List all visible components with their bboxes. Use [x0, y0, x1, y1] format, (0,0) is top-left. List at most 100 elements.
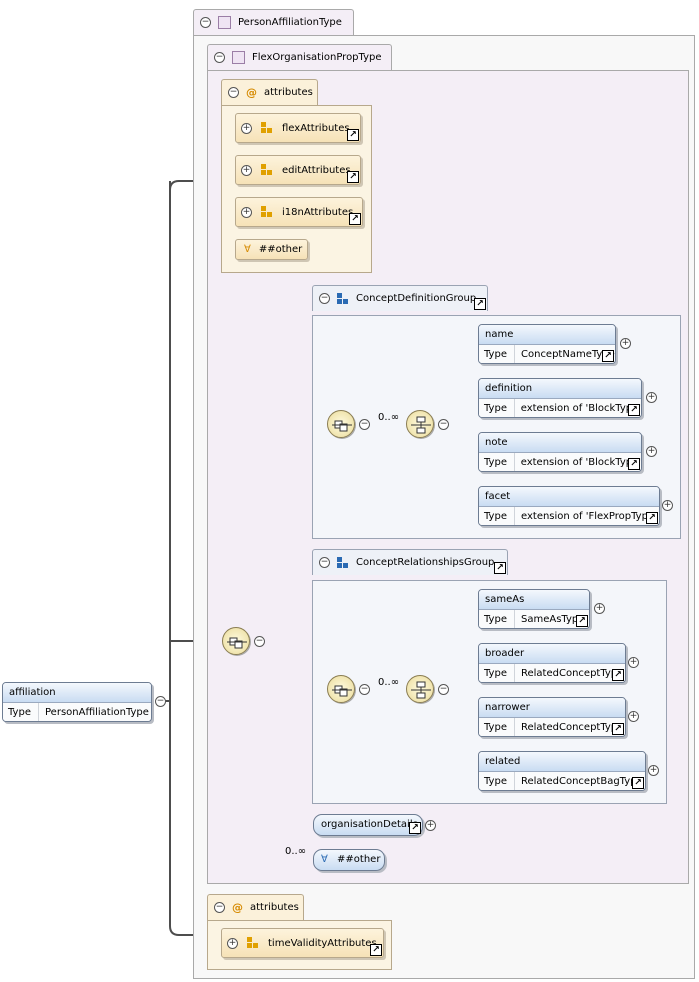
expand-icon[interactable]: + — [241, 206, 252, 218]
element-type-key: Type — [479, 453, 515, 471]
attribute-group-flex-attributes[interactable]: + flexAttributes ↗ — [235, 113, 361, 143]
element-type-key: Type — [479, 399, 515, 417]
expand-icon[interactable]: + — [628, 657, 639, 668]
element-type-key: Type — [479, 610, 515, 628]
collapse-icon[interactable]: − — [438, 419, 449, 430]
element-name-label: name — [479, 325, 615, 345]
element-affiliation[interactable]: affiliation Type PersonAffiliationType — [2, 682, 152, 722]
flex-organisation-prop-type-label: FlexOrganisationPropType — [252, 52, 382, 63]
collapse-icon[interactable]: − — [359, 684, 370, 695]
element-type-value: RelatedConceptBagType — [521, 776, 643, 787]
element-narrower[interactable]: narrower Type RelatedConceptType ↗ — [478, 697, 626, 737]
collapse-icon[interactable]: − — [359, 419, 370, 430]
element-type-key: Type — [479, 664, 515, 682]
collapse-icon[interactable]: − — [214, 902, 225, 913]
link-arrow-icon[interactable]: ↗ — [409, 822, 421, 834]
element-name-label: definition — [479, 379, 641, 399]
any-attribute-icon: ∀ — [244, 244, 251, 255]
attribute-group-time-validity-attributes[interactable]: + timeValidityAttributes ↗ — [221, 928, 384, 958]
attribute-group-icon — [261, 164, 273, 176]
link-arrow-icon[interactable]: ↗ — [646, 512, 658, 524]
collapse-icon[interactable]: − — [155, 696, 166, 707]
expand-icon[interactable]: + — [241, 164, 252, 176]
collapse-icon[interactable]: − — [214, 52, 225, 63]
collapse-icon[interactable]: − — [319, 557, 330, 568]
element-name: affiliation — [3, 683, 151, 703]
choice-compositor-icon[interactable] — [406, 675, 434, 703]
concept-definition-group-label: ConceptDefinitionGroup — [356, 293, 477, 304]
choice-compositor-icon[interactable] — [406, 410, 434, 438]
any-element-other[interactable]: ∀ ##other — [313, 849, 385, 871]
link-arrow-icon[interactable]: ↗ — [349, 213, 361, 225]
link-arrow-icon[interactable]: ↗ — [628, 404, 640, 416]
expand-icon[interactable]: + — [648, 765, 659, 776]
any-attribute-label: ##other — [258, 244, 303, 255]
sequence-compositor-icon[interactable] — [327, 675, 355, 703]
person-affiliation-type-tab[interactable]: − PersonAffiliationType — [193, 9, 354, 35]
element-organisation-details[interactable]: organisationDetails ↗ — [313, 814, 423, 836]
sequence-compositor-icon[interactable] — [327, 410, 355, 438]
element-facet[interactable]: facet Type extension of 'FlexPropType' ↗ — [478, 486, 660, 526]
link-arrow-icon[interactable]: ↗ — [370, 944, 382, 956]
link-arrow-icon[interactable]: ↗ — [474, 298, 486, 310]
attribute-group-edit-attributes[interactable]: + editAttributes ↗ — [235, 155, 361, 185]
any-attribute-other[interactable]: ∀ ##other — [235, 239, 308, 260]
attribute-at-icon: @ — [232, 901, 243, 914]
collapse-icon[interactable]: − — [254, 636, 265, 647]
element-note[interactable]: note Type extension of 'BlockType' ↗ — [478, 432, 642, 472]
element-broader[interactable]: broader Type RelatedConceptType ↗ — [478, 643, 626, 683]
element-related[interactable]: related Type RelatedConceptBagType ↗ — [478, 751, 646, 791]
link-arrow-icon[interactable]: ↗ — [347, 129, 359, 141]
attribute-group-icon — [261, 206, 273, 218]
concept-definition-group-tab[interactable]: − ConceptDefinitionGroup ↗ — [312, 285, 488, 311]
element-type-value: ConceptNameType — [521, 349, 615, 360]
occurrence-label: 0..∞ — [378, 412, 400, 423]
element-name[interactable]: name Type ConceptNameType ↗ — [478, 324, 616, 364]
concept-relationships-group-tab[interactable]: − ConceptRelationshipsGroup ↗ — [312, 549, 508, 575]
complex-type-icon — [232, 51, 245, 64]
element-name-label: broader — [479, 644, 625, 664]
element-definition[interactable]: definition Type extension of 'BlockType' … — [478, 378, 642, 418]
element-type-value: extension of 'FlexPropType' — [521, 511, 657, 522]
expand-icon[interactable]: + — [646, 392, 657, 403]
element-name-label: organisationDetails — [321, 819, 418, 830]
expand-icon[interactable]: + — [241, 122, 252, 134]
expand-icon[interactable]: + — [628, 711, 639, 722]
attribute-group-i18n-attributes[interactable]: + i18nAttributes ↗ — [235, 197, 363, 227]
link-arrow-icon[interactable]: ↗ — [347, 171, 359, 183]
flex-organisation-prop-type-tab[interactable]: − FlexOrganisationPropType — [207, 44, 392, 70]
link-arrow-icon[interactable]: ↗ — [612, 669, 624, 681]
expand-icon[interactable]: + — [620, 338, 631, 349]
collapse-icon[interactable]: − — [438, 684, 449, 695]
collapse-icon[interactable]: − — [200, 17, 211, 28]
attributes-top-label: attributes — [264, 87, 313, 98]
link-arrow-icon[interactable]: ↗ — [628, 458, 640, 470]
expand-icon[interactable]: + — [594, 603, 605, 614]
collapse-icon[interactable]: − — [319, 293, 330, 304]
attribute-group-icon — [261, 122, 273, 134]
element-type-value: extension of 'BlockType' — [520, 457, 641, 468]
link-arrow-icon[interactable]: ↗ — [494, 562, 506, 574]
link-arrow-icon[interactable]: ↗ — [612, 723, 624, 735]
element-type-value: PersonAffiliationType — [45, 707, 149, 718]
sequence-compositor-icon[interactable] — [222, 627, 250, 655]
element-name-label: narrower — [479, 698, 625, 718]
link-arrow-icon[interactable]: ↗ — [602, 350, 614, 362]
expand-icon[interactable]: + — [662, 500, 673, 511]
group-icon — [337, 556, 349, 569]
expand-icon[interactable]: + — [646, 446, 657, 457]
attributes-top-tab[interactable]: − @ attributes — [221, 79, 318, 105]
collapse-icon[interactable]: − — [228, 87, 239, 98]
any-element-icon: ∀ — [321, 854, 328, 865]
link-arrow-icon[interactable]: ↗ — [632, 777, 644, 789]
element-name-label: note — [479, 433, 641, 453]
attributes-bottom-tab[interactable]: − @ attributes — [207, 894, 304, 920]
attribute-group-label: flexAttributes — [282, 122, 350, 134]
link-arrow-icon[interactable]: ↗ — [576, 615, 588, 627]
element-type-key: Type — [479, 507, 515, 525]
element-name-label: sameAs — [479, 590, 589, 610]
element-same-as[interactable]: sameAs Type SameAsType ↗ — [478, 589, 590, 629]
expand-icon[interactable]: + — [227, 937, 238, 949]
element-type-value: RelatedConceptType — [521, 668, 624, 679]
expand-icon[interactable]: + — [425, 820, 436, 831]
